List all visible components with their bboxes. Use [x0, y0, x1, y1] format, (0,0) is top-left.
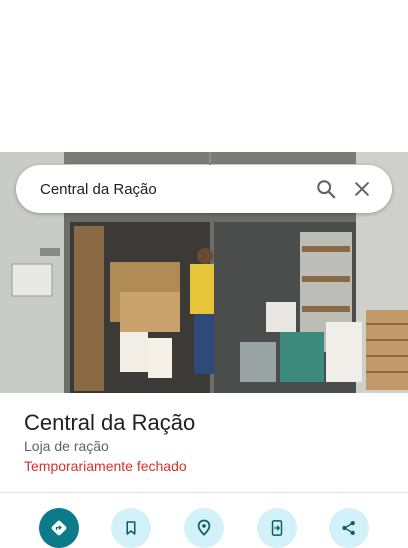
bookmark-icon [126, 521, 136, 535]
search-icon[interactable] [308, 171, 344, 207]
place-title: Central da Ração [24, 410, 196, 435]
share-button[interactable] [329, 508, 369, 548]
directions-icon [51, 520, 67, 536]
send-to-phone-icon [271, 520, 283, 536]
directions-button[interactable] [39, 508, 79, 548]
save-button[interactable] [111, 508, 151, 548]
nearby-button[interactable] [184, 508, 224, 548]
action-row [0, 508, 408, 548]
close-icon[interactable] [344, 171, 380, 207]
send-to-phone-button[interactable] [257, 508, 297, 548]
nearby-icon [197, 519, 211, 536]
place-category: Loja de ração [24, 438, 109, 454]
share-icon [342, 521, 355, 535]
search-bar[interactable]: Central da Ração [16, 165, 392, 213]
status-badge: Temporariamente fechado [24, 458, 187, 474]
divider [0, 492, 408, 493]
search-input[interactable]: Central da Ração [40, 181, 308, 198]
